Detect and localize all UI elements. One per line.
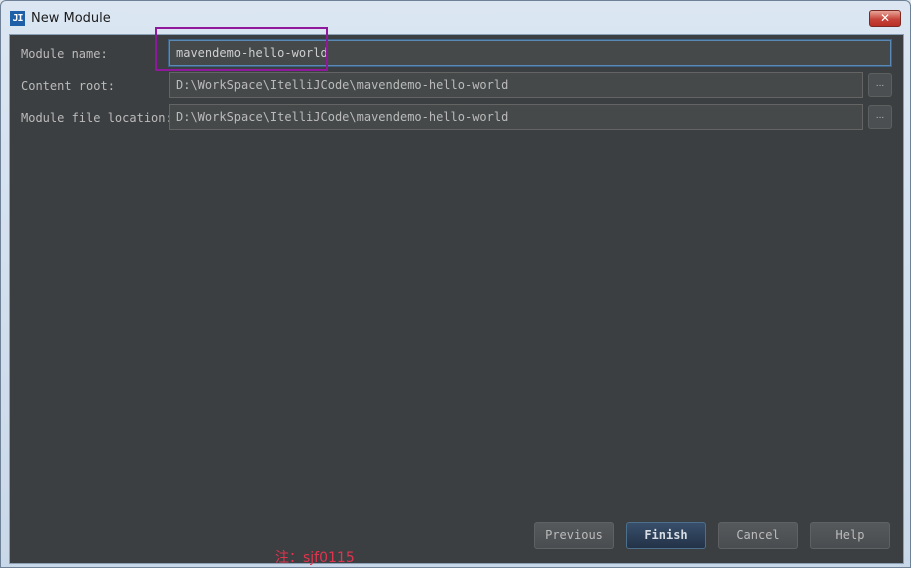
close-button[interactable]: ✕ <box>869 10 901 27</box>
help-button[interactable]: Help <box>810 522 890 549</box>
intellij-app-icon: JI <box>10 11 25 26</box>
module-name-label: Module name: <box>21 47 108 61</box>
finish-button[interactable]: Finish <box>626 522 706 549</box>
content-root-label: Content root: <box>21 79 115 93</box>
content-root-browse-button[interactable]: ... <box>868 73 892 97</box>
title-bar[interactable]: JI New Module ✕ <box>1 1 910 35</box>
module-file-location-label: Module file location: <box>21 111 173 125</box>
dialog-content: Module name: mavendemo-hello-world Conte… <box>9 27 904 564</box>
module-file-location-input[interactable]: D:\WorkSpace\ItelliJCode\mavendemo-hello… <box>169 104 863 130</box>
module-name-input[interactable]: mavendemo-hello-world <box>169 40 891 66</box>
window-title: New Module <box>31 11 111 26</box>
module-name-value: mavendemo-hello-world <box>176 46 328 60</box>
previous-button[interactable]: Previous <box>534 522 614 549</box>
close-icon: ✕ <box>879 11 891 25</box>
content-root-value: D:\WorkSpace\ItelliJCode\mavendemo-hello… <box>176 78 509 92</box>
cancel-button[interactable]: Cancel <box>718 522 798 549</box>
module-file-location-value: D:\WorkSpace\ItelliJCode\mavendemo-hello… <box>176 110 509 124</box>
module-file-location-browse-button[interactable]: ... <box>868 105 892 129</box>
watermark-text: 注：sjf0115 <box>275 550 355 566</box>
content-root-input[interactable]: D:\WorkSpace\ItelliJCode\mavendemo-hello… <box>169 72 863 98</box>
new-module-dialog: JI New Module ✕ Module name: mavendemo-h… <box>0 0 911 568</box>
